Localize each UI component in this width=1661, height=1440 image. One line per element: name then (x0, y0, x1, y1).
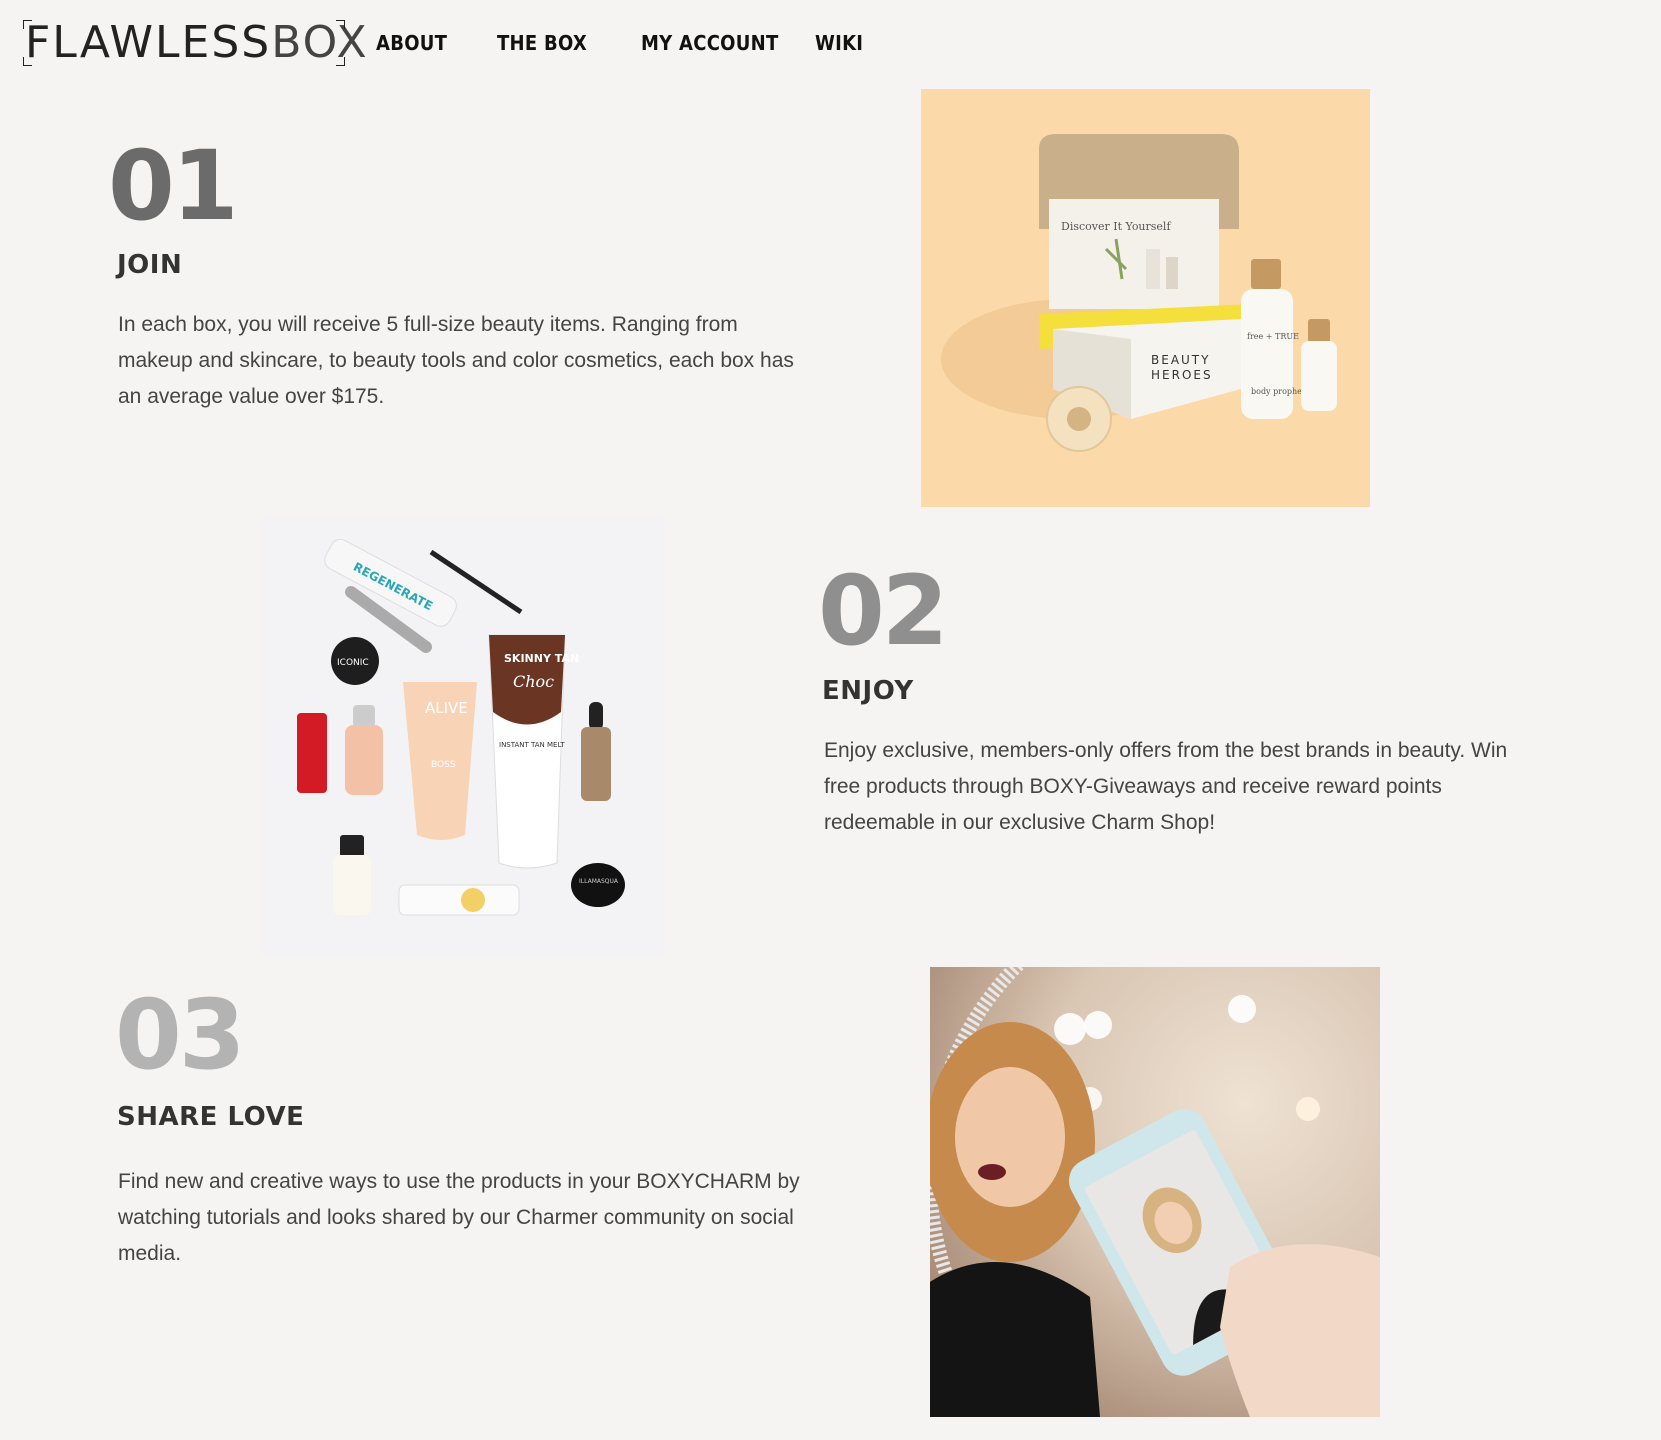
logo-bracket (23, 20, 32, 29)
mirror-selfie-image (930, 967, 1380, 1417)
step-text-join: In each box, you will receive 5 full-siz… (118, 313, 794, 408)
logo-bracket (23, 57, 32, 66)
nav-about[interactable]: ABOUT (376, 31, 447, 55)
bottle-text: body prophet (1251, 387, 1306, 396)
box-label-2: HEROES (1151, 368, 1213, 382)
step-number-02: 02 (818, 555, 949, 667)
beauty-products-image: REGENERATE ICONIC ALIVE BOSS SKINNY TAN … (261, 517, 665, 955)
step-text-share-love: Find new and creative ways to use the pr… (118, 1170, 800, 1265)
step-title-enjoy: ENJOY (822, 676, 914, 706)
box-label-1: BEAUTY (1151, 353, 1210, 367)
flawlessbox-logo[interactable]: FLAWLESS BOX (23, 17, 367, 68)
tan-brand: SKINNY TAN (504, 652, 579, 665)
tan-sub: Choc (513, 672, 554, 691)
black-jar-label: ILLAMASQUA (579, 878, 619, 885)
logo-bracket (336, 20, 345, 29)
step-number-03: 03 (115, 979, 246, 1091)
step-text-enjoy: Enjoy exclusive, members-only offers fro… (824, 739, 1508, 834)
bottle-brand: free + TRUE (1247, 332, 1299, 341)
logo-text-light: BOX (271, 16, 369, 68)
step-number-01: 01 (108, 130, 239, 242)
nav-wiki[interactable]: WIKI (815, 31, 863, 55)
nav-the-box[interactable]: THE BOX (497, 31, 587, 55)
beauty-box-image: Discover It Yourself BEAUTY HEROES free … (921, 89, 1370, 507)
tan-desc: INSTANT TAN MELT (499, 741, 565, 749)
logo-text-bold: FLAWLESS (25, 16, 272, 68)
cream-sub: BOSS (431, 760, 456, 770)
nav-my-account[interactable]: MY ACCOUNT (641, 31, 779, 55)
jar-label: ICONIC (337, 658, 369, 668)
logo-bracket (336, 57, 345, 66)
step-title-join: JOIN (117, 250, 183, 280)
cream-label: ALIVE (425, 699, 468, 717)
step-title-share-love: SHARE LOVE (117, 1102, 305, 1132)
card-title: Discover It Yourself (1061, 220, 1171, 233)
